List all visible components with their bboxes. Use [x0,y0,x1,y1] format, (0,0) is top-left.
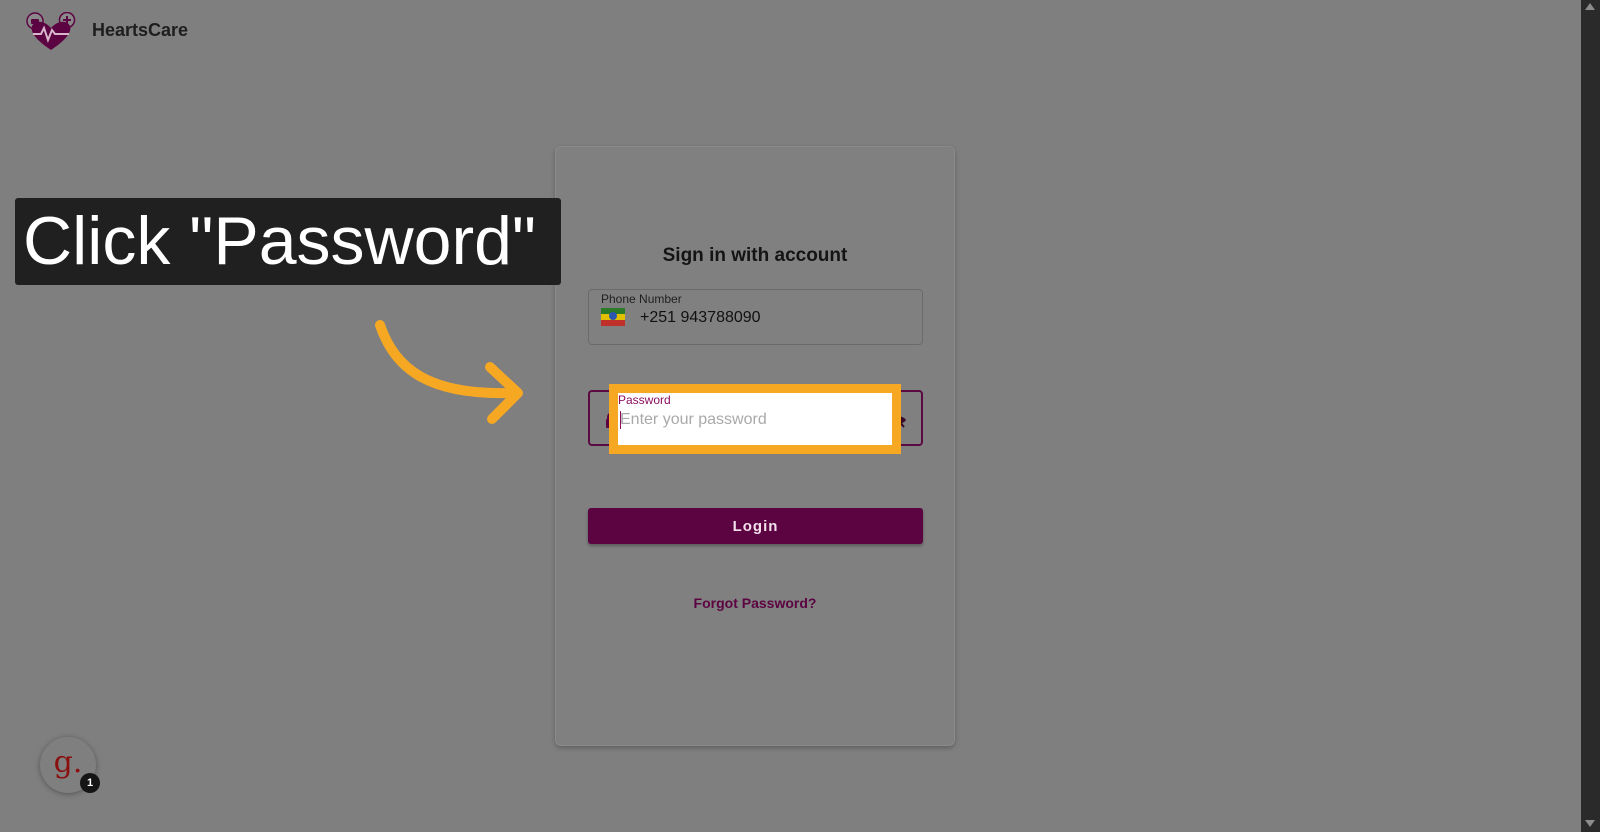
login-button[interactable]: Login [588,508,923,544]
password-input[interactable] [620,407,882,433]
guide-widget-button[interactable]: g. 1 [40,737,100,793]
vertical-scrollbar[interactable] [1581,0,1600,832]
guide-step-badge: 1 [80,773,100,793]
brand-name: HeartsCare [92,20,189,40]
scroll-up-arrow-icon[interactable] [1585,3,1595,10]
guide-instruction-tooltip: Click "Password" [15,198,561,285]
login-title: Sign in with account [662,245,848,266]
password-label: Password [618,393,671,407]
ethiopia-flag-icon[interactable] [601,308,625,326]
guide-arrow-icon [375,320,523,424]
heart-pulse-logo-icon [26,12,76,50]
scroll-down-arrow-icon[interactable] [1585,820,1595,827]
phone-number-label: Phone Number [601,292,682,306]
phone-number-field[interactable]: Phone Number +251 943788090 [588,289,923,345]
password-input-highlight[interactable]: Password [609,384,901,454]
forgot-password-link[interactable]: Forgot Password? [556,595,954,611]
phone-number-value[interactable]: +251 943788090 [640,309,761,327]
